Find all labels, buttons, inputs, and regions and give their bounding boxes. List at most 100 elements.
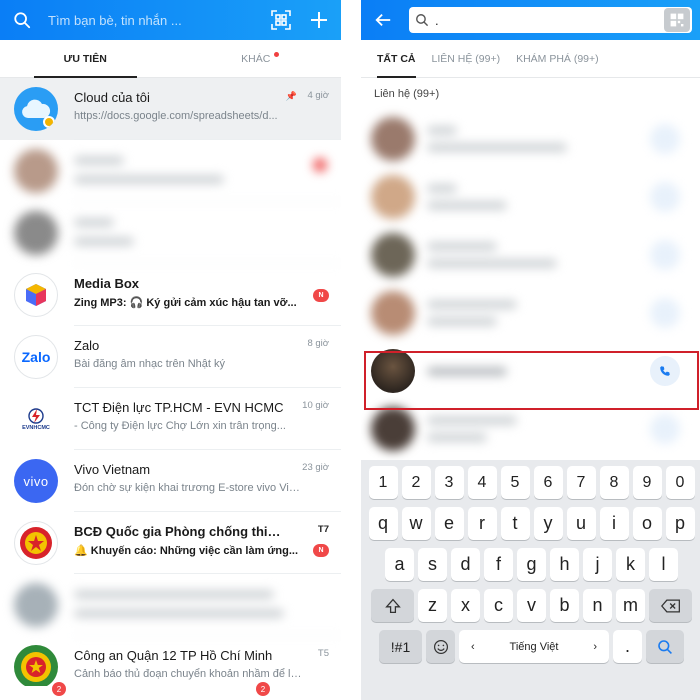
key[interactable]: 4 xyxy=(467,466,497,499)
key[interactable]: f xyxy=(484,548,513,581)
bcd-emblem-icon xyxy=(14,521,58,565)
tab-other[interactable]: KHÁC xyxy=(171,40,342,77)
add-icon[interactable] xyxy=(307,8,331,32)
phone-icon[interactable] xyxy=(650,298,680,328)
phone-icon[interactable] xyxy=(650,414,680,444)
key[interactable]: k xyxy=(616,548,645,581)
conversation-vivo[interactable]: vivo Vivo Vietnam Đón chờ sự kiện khai t… xyxy=(0,450,341,512)
key[interactable]: 2 xyxy=(401,466,431,499)
conversation-zalo[interactable]: Zalo Zalo Bài đăng âm nhạc trên Nhật ký … xyxy=(0,326,341,388)
search-tabs: TẤT CẢ LIÊN HỆ (99+) KHÁM PHÁ (99+) xyxy=(361,40,700,78)
conversation-cloud[interactable]: Cloud của tôi https://docs.google.com/sp… xyxy=(0,78,341,140)
avatar xyxy=(371,175,415,219)
shift-key-icon[interactable] xyxy=(371,589,414,622)
zalo-logo-icon: Zalo xyxy=(14,335,58,379)
conversation-blurred[interactable] xyxy=(0,202,341,264)
key[interactable]: 9 xyxy=(632,466,662,499)
contact-item[interactable] xyxy=(361,110,700,168)
key[interactable]: h xyxy=(550,548,579,581)
key[interactable]: d xyxy=(451,548,480,581)
tab-all[interactable]: TẤT CẢ xyxy=(369,40,424,78)
keyboard-number-row: 1 2 3 4 5 6 7 8 9 0 xyxy=(365,466,698,499)
emoji-key-icon[interactable] xyxy=(426,630,455,663)
blurred-content xyxy=(427,242,650,268)
key[interactable]: n xyxy=(583,589,612,622)
key[interactable]: 8 xyxy=(599,466,629,499)
phone-icon[interactable] xyxy=(650,182,680,212)
conversation-blurred[interactable] xyxy=(0,140,341,202)
key[interactable]: c xyxy=(484,589,513,622)
key[interactable]: s xyxy=(418,548,447,581)
symbols-key[interactable]: !#1 xyxy=(379,630,422,663)
key[interactable]: b xyxy=(550,589,579,622)
key[interactable]: 0 xyxy=(665,466,695,499)
conversation-media-box[interactable]: Media Box Zing MP3: 🎧 Ký gửi cảm xúc hậu… xyxy=(0,264,341,326)
contact-item[interactable] xyxy=(361,226,700,284)
key[interactable]: m xyxy=(616,589,645,622)
key[interactable]: o xyxy=(632,507,662,540)
conversation-evn[interactable]: EVNHCMC TCT Điện lực TP.HCM - EVN HCMC -… xyxy=(0,388,341,450)
key[interactable]: t xyxy=(500,507,530,540)
key[interactable]: e xyxy=(434,507,464,540)
blurred-content xyxy=(74,574,341,636)
conversation-title: Vivo Vietnam xyxy=(74,462,151,477)
key[interactable]: w xyxy=(401,507,431,540)
vivo-logo-icon: vivo xyxy=(14,459,58,503)
key[interactable]: p xyxy=(665,507,695,540)
phone-icon[interactable] xyxy=(650,124,680,154)
key[interactable]: g xyxy=(517,548,546,581)
avatar xyxy=(371,233,415,277)
space-key[interactable]: ‹ Tiếng Việt › xyxy=(459,630,609,663)
verified-badge xyxy=(43,116,55,128)
key[interactable]: q xyxy=(368,507,398,540)
qr-scan-icon[interactable] xyxy=(269,8,293,32)
search-bar: . xyxy=(361,0,700,40)
key[interactable]: v xyxy=(517,589,546,622)
back-arrow-icon[interactable] xyxy=(371,8,395,32)
key[interactable]: j xyxy=(583,548,612,581)
key[interactable]: z xyxy=(418,589,447,622)
conversation-preview: - Công ty Điện lực Chợ Lớn xin trân trọn… xyxy=(74,420,286,432)
key[interactable]: u xyxy=(566,507,596,540)
conversation-time: 10 giờ xyxy=(302,400,329,411)
key[interactable]: l xyxy=(649,548,678,581)
key[interactable]: 6 xyxy=(533,466,563,499)
search-icon[interactable] xyxy=(10,8,34,32)
conversation-bcd[interactable]: BCĐ Quốc gia Phòng chống thiên tai 🔔 Khu… xyxy=(0,512,341,574)
tab-contacts[interactable]: LIÊN HỆ (99+) xyxy=(424,40,509,77)
key[interactable]: 7 xyxy=(566,466,596,499)
conversation-time: 8 giờ xyxy=(307,338,329,349)
key[interactable]: r xyxy=(467,507,497,540)
search-key-icon[interactable] xyxy=(646,630,684,663)
tab-other-label: KHÁC xyxy=(241,52,271,65)
conversation-preview: 🔔 Khuyến cáo: Những việc cần làm ứng... xyxy=(74,545,299,557)
key[interactable]: 5 xyxy=(500,466,530,499)
contact-item[interactable] xyxy=(361,284,700,342)
search-input[interactable]: Tìm bạn bè, tin nhắn ... xyxy=(48,13,255,28)
police-emblem-icon xyxy=(14,645,58,689)
avatar xyxy=(371,117,415,161)
chevron-left-icon: ‹ xyxy=(471,640,475,653)
backspace-key-icon[interactable] xyxy=(649,589,692,622)
conversation-time: 23 giờ xyxy=(302,462,329,473)
onscreen-keyboard: 1 2 3 4 5 6 7 8 9 0 q w e r t y u i o p … xyxy=(361,460,700,700)
nav-badge: 2 xyxy=(256,682,270,696)
nav-badge: 2 xyxy=(52,682,66,696)
conversation-preview: Đón chờ sự kiện khai trương E-store vivo… xyxy=(74,482,308,494)
phone-icon[interactable] xyxy=(650,240,680,270)
key[interactable]: i xyxy=(599,507,629,540)
qr-scan-icon[interactable] xyxy=(664,8,690,32)
contact-item[interactable] xyxy=(361,168,700,226)
key[interactable]: 1 xyxy=(368,466,398,499)
conversation-preview: Cảnh báo thủ đoạn chuyển khoản nhầm để l… xyxy=(74,668,304,680)
key[interactable]: a xyxy=(385,548,414,581)
conversation-blurred[interactable] xyxy=(0,574,341,636)
period-key[interactable]: . xyxy=(613,630,642,663)
search-input[interactable]: . xyxy=(409,7,692,33)
key[interactable]: x xyxy=(451,589,480,622)
key[interactable]: 3 xyxy=(434,466,464,499)
tab-priority[interactable]: ƯU TIÊN xyxy=(0,40,171,78)
conversation-preview: https://docs.google.com/spreadsheets/d..… xyxy=(74,110,278,122)
key[interactable]: y xyxy=(533,507,563,540)
tab-explore[interactable]: KHÁM PHÁ (99+) xyxy=(508,40,607,77)
